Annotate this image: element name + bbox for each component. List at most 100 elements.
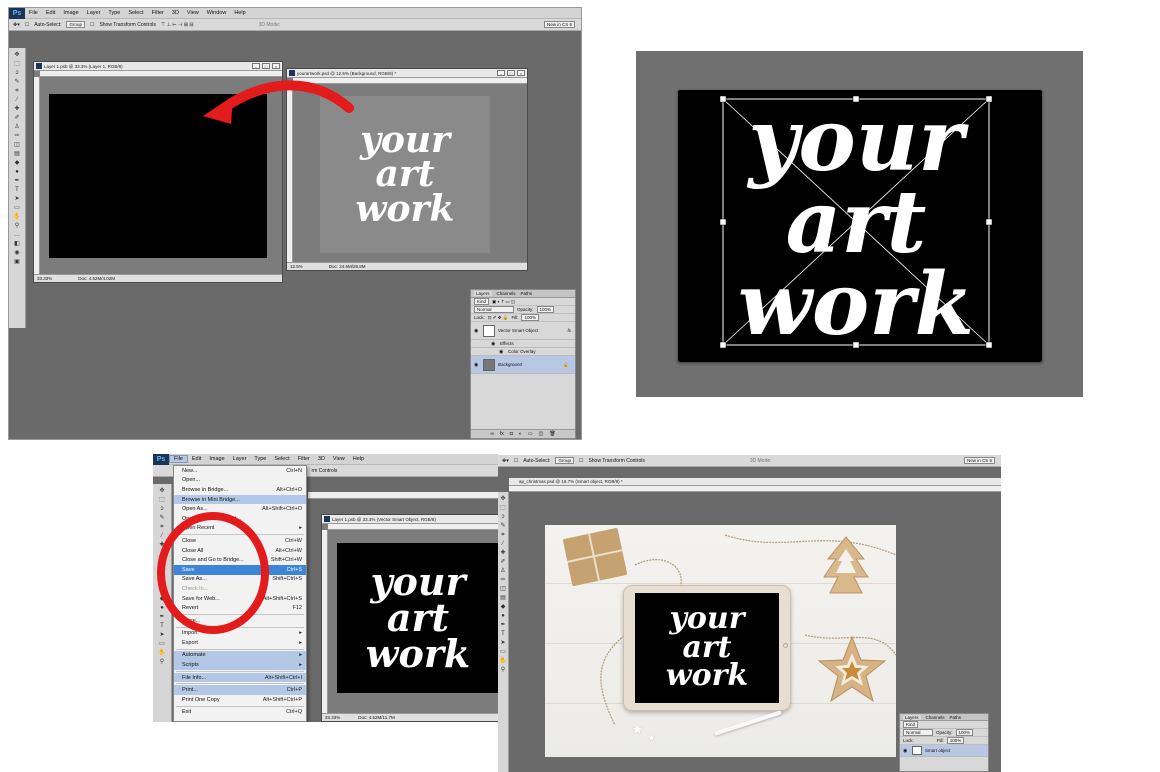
- healing-brush-icon[interactable]: ✚: [498, 549, 508, 558]
- eyedropper-icon[interactable]: ⁄: [12, 96, 22, 105]
- tab-layers[interactable]: Layers: [903, 714, 921, 720]
- hand-tool-icon[interactable]: ✋: [498, 657, 508, 666]
- document-tab[interactable]: Layer 1.psb @ 33.3% (Vector Smart Object…: [322, 515, 498, 524]
- move-tool-icon[interactable]: ✥▾: [13, 22, 20, 28]
- menu-view[interactable]: View: [183, 10, 203, 16]
- menu-3d[interactable]: 3D: [314, 456, 329, 462]
- show-transform-checkbox[interactable]: ☐: [579, 458, 583, 464]
- history-brush-icon[interactable]: ✑: [498, 576, 508, 585]
- zoom-level[interactable]: 12.5%: [290, 264, 303, 269]
- pen-tool-icon[interactable]: ✒: [12, 177, 22, 186]
- file-menu-item-export[interactable]: Export ▸: [174, 638, 306, 648]
- tab-layers[interactable]: Layers: [474, 291, 492, 296]
- quick-select-icon[interactable]: ✎: [498, 522, 508, 531]
- tab-channels[interactable]: Channels: [497, 291, 516, 296]
- eye-icon[interactable]: ◉: [474, 328, 480, 334]
- file-menu-item-print-one-copy[interactable]: Print One Copy Alt+Shift+Ctrl+P: [174, 695, 306, 705]
- eraser-icon[interactable]: ◫: [12, 141, 22, 150]
- healing-brush-icon[interactable]: ✚: [12, 105, 22, 114]
- workspace-switcher[interactable]: New in CS 6: [963, 457, 995, 464]
- tab-paths[interactable]: Paths: [950, 715, 962, 720]
- canvas-artwork[interactable]: your art work: [337, 543, 498, 693]
- crop-tool-icon[interactable]: ⌗: [12, 87, 22, 96]
- maximize-icon[interactable]: □: [507, 70, 515, 76]
- eye-icon[interactable]: ◉: [499, 349, 505, 355]
- folder-icon[interactable]: ▭: [528, 431, 533, 437]
- brush-tool-icon[interactable]: ✐: [498, 558, 508, 567]
- opacity-input[interactable]: 100%: [536, 306, 555, 313]
- color-swatches-icon[interactable]: ◧: [12, 240, 22, 249]
- menu-window[interactable]: Window: [203, 10, 231, 16]
- path-select-icon[interactable]: ➤: [12, 195, 22, 204]
- crop-tool-icon[interactable]: ⌗: [498, 531, 508, 540]
- menu-select[interactable]: Select: [124, 10, 147, 16]
- kind-filter-dropdown[interactable]: Kind: [474, 298, 490, 305]
- clone-stamp-icon[interactable]: ♙: [498, 567, 508, 576]
- move-tool-icon[interactable]: ✥: [498, 495, 508, 504]
- clone-stamp-icon[interactable]: ♙: [12, 123, 22, 132]
- blur-icon[interactable]: ◆: [12, 159, 22, 168]
- more-tools-icon[interactable]: …: [12, 231, 22, 240]
- file-menu-item-automate[interactable]: Automate ▸: [174, 650, 306, 661]
- blur-icon[interactable]: ◆: [498, 603, 508, 612]
- transform-bounding-box[interactable]: [720, 96, 992, 348]
- eye-icon[interactable]: ◉: [491, 341, 497, 347]
- zoom-tool-icon[interactable]: ⚲: [12, 222, 22, 231]
- lasso-tool-icon[interactable]: ↄ: [12, 69, 22, 78]
- quick-select-icon[interactable]: ✎: [12, 78, 22, 87]
- shape-tool-icon[interactable]: ▭: [498, 648, 508, 657]
- eraser-icon[interactable]: ◫: [498, 585, 508, 594]
- file-menu-item-browse-in-bridge[interactable]: Browse in Bridge... Alt+Ctrl+O: [174, 485, 306, 495]
- new-layer-icon[interactable]: ◫: [539, 431, 544, 437]
- file-menu-item-new[interactable]: New... Ctrl+N: [174, 466, 306, 476]
- menu-file[interactable]: File: [169, 455, 188, 463]
- menu-file[interactable]: File: [25, 10, 42, 16]
- path-select-icon[interactable]: ➤: [498, 639, 508, 648]
- opacity-input[interactable]: 100%: [955, 729, 974, 736]
- dodge-icon[interactable]: ●: [498, 612, 508, 621]
- auto-select-dropdown[interactable]: Group: [555, 457, 574, 464]
- shape-tool-icon[interactable]: ▭: [157, 640, 167, 649]
- minimize-icon[interactable]: –: [252, 63, 260, 69]
- gradient-icon[interactable]: ▤: [498, 594, 508, 603]
- close-icon[interactable]: ×: [272, 63, 280, 69]
- kind-filter-dropdown[interactable]: Kind: [903, 721, 919, 728]
- document-window-layer1[interactable]: Layer 1.psb @ 33.3% (Vector Smart Object…: [321, 514, 498, 722]
- menu-3d[interactable]: 3D: [168, 10, 183, 16]
- tab-paths[interactable]: Paths: [521, 291, 533, 296]
- layer-effects[interactable]: ◉ Effects: [471, 340, 575, 348]
- pen-tool-icon[interactable]: ✒: [498, 621, 508, 630]
- eye-icon[interactable]: ◉: [903, 748, 909, 754]
- minimize-icon[interactable]: –: [497, 70, 505, 76]
- document-tab[interactable]: Layer 1.psb @ 33.3% (Layer 1, RGB/8) – □…: [34, 62, 282, 71]
- menu-type[interactable]: Type: [104, 10, 124, 16]
- move-tool-icon[interactable]: ✥: [157, 487, 167, 496]
- eye-icon[interactable]: ◉: [474, 362, 480, 368]
- menu-help[interactable]: Help: [230, 10, 249, 16]
- document-tab[interactable]: yourartwork.psd @ 12.5% (Background, RGB…: [287, 69, 527, 78]
- type-tool-icon[interactable]: T: [498, 630, 508, 639]
- show-transform-checkbox[interactable]: ☐: [90, 22, 94, 28]
- workspace-switcher[interactable]: New in CS 6: [543, 21, 575, 28]
- screen-mode-icon[interactable]: ▣: [12, 258, 22, 267]
- layer-background[interactable]: ◉ Background 🔒: [471, 356, 575, 374]
- zoom-level[interactable]: 33.33%: [37, 276, 52, 281]
- menu-layer[interactable]: Layer: [83, 10, 105, 16]
- hand-tool-icon[interactable]: ✋: [157, 649, 167, 658]
- history-brush-icon[interactable]: ✑: [12, 132, 22, 141]
- file-menu-item-exit[interactable]: Exit Ctrl+Q: [174, 708, 306, 718]
- menu-help[interactable]: Help: [349, 456, 368, 462]
- type-tool-icon[interactable]: T: [12, 186, 22, 195]
- zoom-tool-icon[interactable]: ⚲: [157, 658, 167, 667]
- menu-edit[interactable]: Edit: [188, 456, 205, 462]
- file-menu-item-open[interactable]: Open...: [174, 476, 306, 486]
- close-icon[interactable]: ×: [517, 70, 525, 76]
- lock-icons[interactable]: ⊡ ✐ ✥ 🔒: [488, 315, 509, 321]
- blend-mode-dropdown[interactable]: Normal: [474, 306, 514, 313]
- file-menu-item-print[interactable]: Print... Ctrl+P: [174, 685, 306, 696]
- gradient-icon[interactable]: ▤: [12, 150, 22, 159]
- quick-mask-icon[interactable]: ◉: [12, 249, 22, 258]
- auto-select-dropdown[interactable]: Group: [66, 21, 85, 28]
- trash-icon[interactable]: 🗑: [549, 431, 555, 437]
- adjustment-icon[interactable]: ◐: [519, 431, 522, 437]
